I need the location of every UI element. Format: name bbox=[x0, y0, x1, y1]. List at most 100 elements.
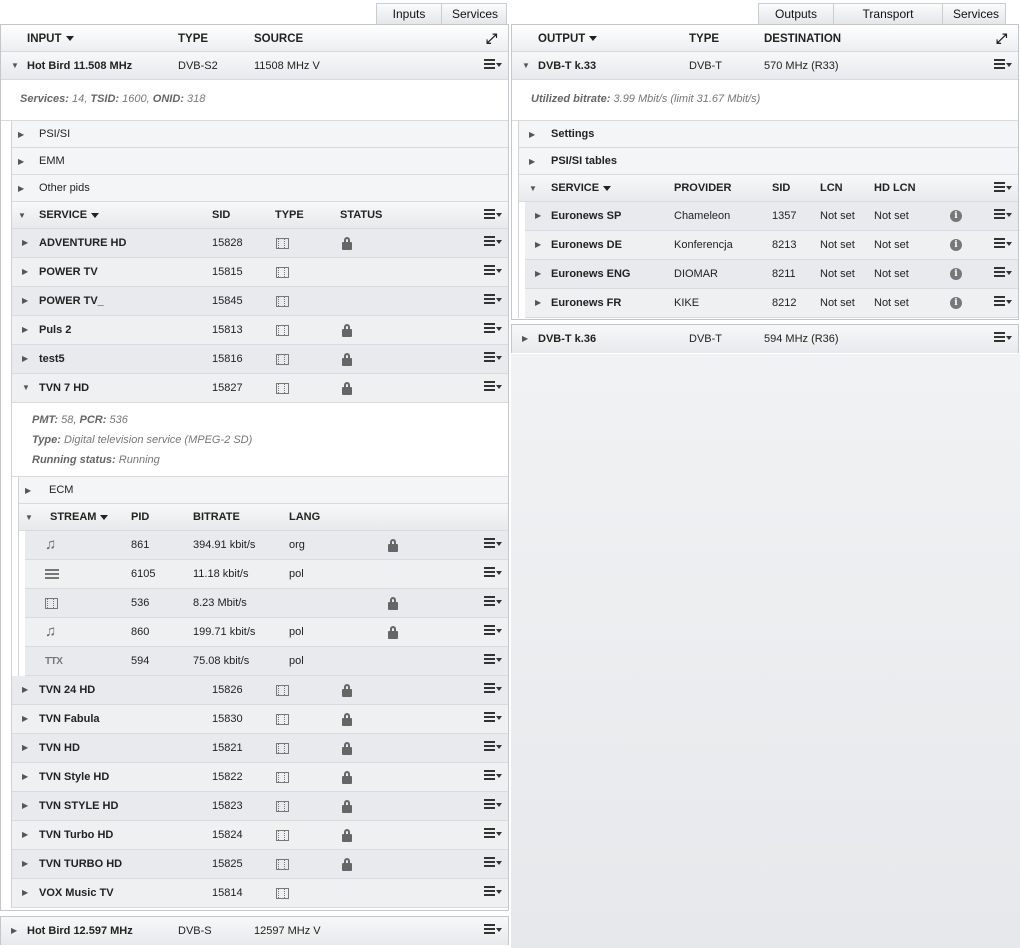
stream-row[interactable]: ♫ 860 199.71 kbit/s pol bbox=[25, 618, 508, 647]
menu-icon[interactable] bbox=[484, 236, 502, 250]
menu-icon[interactable] bbox=[484, 59, 502, 73]
menu-icon[interactable] bbox=[484, 683, 502, 697]
expand-triangle-icon[interactable]: ▶ bbox=[22, 879, 28, 907]
service-column-header[interactable]: SERVICE bbox=[39, 202, 100, 229]
expand-triangle-icon[interactable]: ▶ bbox=[22, 705, 28, 733]
stream-row[interactable]: 6105 11.18 kbit/s pol bbox=[25, 560, 508, 589]
expand-triangle-icon[interactable]: ▶ bbox=[22, 676, 28, 704]
collapse-triangle-icon[interactable]: ▼ bbox=[529, 175, 537, 202]
info-icon[interactable]: i bbox=[950, 297, 962, 310]
menu-icon[interactable] bbox=[484, 596, 502, 610]
section-emm[interactable]: ▶ EMM bbox=[12, 148, 508, 175]
menu-icon[interactable] bbox=[484, 323, 502, 337]
menu-icon[interactable] bbox=[484, 265, 502, 279]
expand-icon[interactable]: ⤢ bbox=[996, 31, 1010, 45]
service-row[interactable]: ▶ TVN HD 15821 bbox=[12, 734, 508, 763]
service-row[interactable]: ▼ TVN 7 HD 15827 bbox=[12, 374, 508, 403]
expand-triangle-icon[interactable]: ▶ bbox=[22, 792, 28, 820]
section-other-pids[interactable]: ▶ Other pids bbox=[12, 175, 508, 202]
output-service-row[interactable]: ▶ Euronews ENG DIOMAR 8211 Not set Not set i bbox=[525, 260, 1018, 289]
expand-triangle-icon[interactable]: ▶ bbox=[22, 850, 28, 878]
info-icon[interactable]: i bbox=[950, 239, 962, 252]
menu-icon[interactable] bbox=[484, 770, 502, 784]
collapse-triangle-icon[interactable]: ▼ bbox=[18, 202, 26, 229]
output-service-row[interactable]: ▶ Euronews DE Konferencja 8213 Not set Not se… bbox=[525, 231, 1018, 260]
menu-icon[interactable] bbox=[994, 296, 1012, 310]
output-service-row[interactable]: ▶ Euronews SP Chameleon 1357 Not set Not set i bbox=[525, 202, 1018, 231]
menu-icon[interactable] bbox=[484, 294, 502, 308]
service-row[interactable]: ▶ ADVENTURE HD 15828 bbox=[12, 229, 508, 258]
menu-icon[interactable] bbox=[484, 625, 502, 639]
input-column-header[interactable]: INPUT bbox=[27, 25, 74, 53]
tab-services[interactable]: Services bbox=[942, 3, 1006, 25]
menu-icon[interactable] bbox=[994, 332, 1012, 346]
section-ecm[interactable]: ▶ ECM bbox=[19, 477, 508, 504]
expand-triangle-icon[interactable]: ▶ bbox=[535, 231, 541, 259]
menu-icon[interactable] bbox=[484, 828, 502, 842]
collapse-triangle-icon[interactable]: ▼ bbox=[25, 504, 33, 531]
expand-triangle-icon[interactable]: ▶ bbox=[22, 287, 28, 315]
expand-triangle-icon[interactable]: ▶ bbox=[22, 316, 28, 344]
info-icon[interactable]: i bbox=[950, 210, 962, 223]
menu-icon[interactable] bbox=[484, 741, 502, 755]
input-row[interactable]: ▶ Hot Bird 12.597 MHz DVB-S 12597 MHz V bbox=[1, 917, 508, 945]
input-row[interactable]: ▼ Hot Bird 11.508 MHz DVB-S2 11508 MHz V bbox=[1, 52, 508, 80]
output-service-row[interactable]: ▶ Euronews FR KIKE 8212 Not set Not set i bbox=[525, 289, 1018, 318]
tab-inputs[interactable]: Inputs bbox=[376, 3, 442, 25]
service-row[interactable]: ▶ test5 15816 bbox=[12, 345, 508, 374]
menu-icon[interactable] bbox=[484, 538, 502, 552]
expand-triangle-icon[interactable]: ▶ bbox=[535, 260, 541, 288]
service-row[interactable]: ▶ TVN Fabula 15830 bbox=[12, 705, 508, 734]
menu-icon[interactable] bbox=[994, 267, 1012, 281]
expand-triangle-icon[interactable]: ▶ bbox=[535, 202, 541, 230]
info-icon[interactable]: i bbox=[950, 268, 962, 281]
collapse-triangle-icon[interactable]: ▼ bbox=[522, 52, 530, 80]
service-row[interactable]: ▶ VOX Music TV 15814 bbox=[12, 879, 508, 908]
service-row[interactable]: ▶ POWER TV 15815 bbox=[12, 258, 508, 287]
service-row[interactable]: ▶ TVN STYLE HD 15823 bbox=[12, 792, 508, 821]
expand-triangle-icon[interactable]: ▶ bbox=[22, 229, 28, 257]
tab-outputs[interactable]: Outputs bbox=[758, 3, 834, 25]
service-row[interactable]: ▶ POWER TV_ 15845 bbox=[12, 287, 508, 316]
section-psisi-tables[interactable]: ▶ PSI/SI tables bbox=[519, 148, 1018, 175]
menu-icon[interactable] bbox=[484, 924, 502, 938]
section-settings[interactable]: ▶ Settings bbox=[519, 121, 1018, 148]
output-column-header[interactable]: OUTPUT bbox=[538, 25, 598, 53]
output-row[interactable]: ▼ DVB-T k.33 DVB-T 570 MHz (R33) bbox=[512, 52, 1018, 80]
menu-icon[interactable] bbox=[994, 238, 1012, 252]
expand-triangle-icon[interactable]: ▶ bbox=[22, 258, 28, 286]
service-row[interactable]: ▶ TVN Turbo HD 15824 bbox=[12, 821, 508, 850]
menu-icon[interactable] bbox=[994, 209, 1012, 223]
service-row[interactable]: ▶ TVN TURBO HD 15825 bbox=[12, 850, 508, 879]
menu-icon[interactable] bbox=[484, 857, 502, 871]
stream-row[interactable]: 536 8.23 Mbit/s bbox=[25, 589, 508, 618]
expand-triangle-icon[interactable]: ▶ bbox=[522, 325, 528, 353]
service-row[interactable]: ▶ TVN 24 HD 15826 bbox=[12, 676, 508, 705]
expand-triangle-icon[interactable]: ▶ bbox=[535, 289, 541, 317]
stream-row[interactable]: ♫ 861 394.91 kbit/s org bbox=[25, 531, 508, 560]
menu-icon[interactable] bbox=[484, 654, 502, 668]
expand-triangle-icon[interactable]: ▶ bbox=[22, 763, 28, 791]
menu-icon[interactable] bbox=[484, 352, 502, 366]
tab-services[interactable]: Services bbox=[441, 3, 507, 25]
expand-triangle-icon[interactable]: ▶ bbox=[22, 734, 28, 762]
expand-triangle-icon[interactable]: ▶ bbox=[11, 917, 17, 945]
collapse-triangle-icon[interactable]: ▼ bbox=[22, 374, 30, 402]
menu-icon[interactable] bbox=[994, 182, 1012, 196]
service-row[interactable]: ▶ Puls 2 15813 bbox=[12, 316, 508, 345]
service-column-header[interactable]: SERVICE bbox=[551, 175, 612, 202]
menu-icon[interactable] bbox=[484, 799, 502, 813]
expand-icon[interactable]: ⤢ bbox=[486, 31, 500, 45]
expand-triangle-icon[interactable]: ▶ bbox=[22, 821, 28, 849]
menu-icon[interactable] bbox=[994, 59, 1012, 73]
output-row[interactable]: ▶ DVB-T k.36 DVB-T 594 MHz (R36) bbox=[512, 325, 1018, 353]
menu-icon[interactable] bbox=[484, 567, 502, 581]
menu-icon[interactable] bbox=[484, 712, 502, 726]
tab-transport-streams[interactable]: Transport streams bbox=[833, 3, 943, 42]
service-row[interactable]: ▶ TVN Style HD 15822 bbox=[12, 763, 508, 792]
expand-triangle-icon[interactable]: ▶ bbox=[22, 345, 28, 373]
menu-icon[interactable] bbox=[484, 381, 502, 395]
menu-icon[interactable] bbox=[484, 886, 502, 900]
stream-row[interactable]: TTX 594 75.08 kbit/s pol bbox=[25, 647, 508, 676]
collapse-triangle-icon[interactable]: ▼ bbox=[11, 52, 19, 80]
